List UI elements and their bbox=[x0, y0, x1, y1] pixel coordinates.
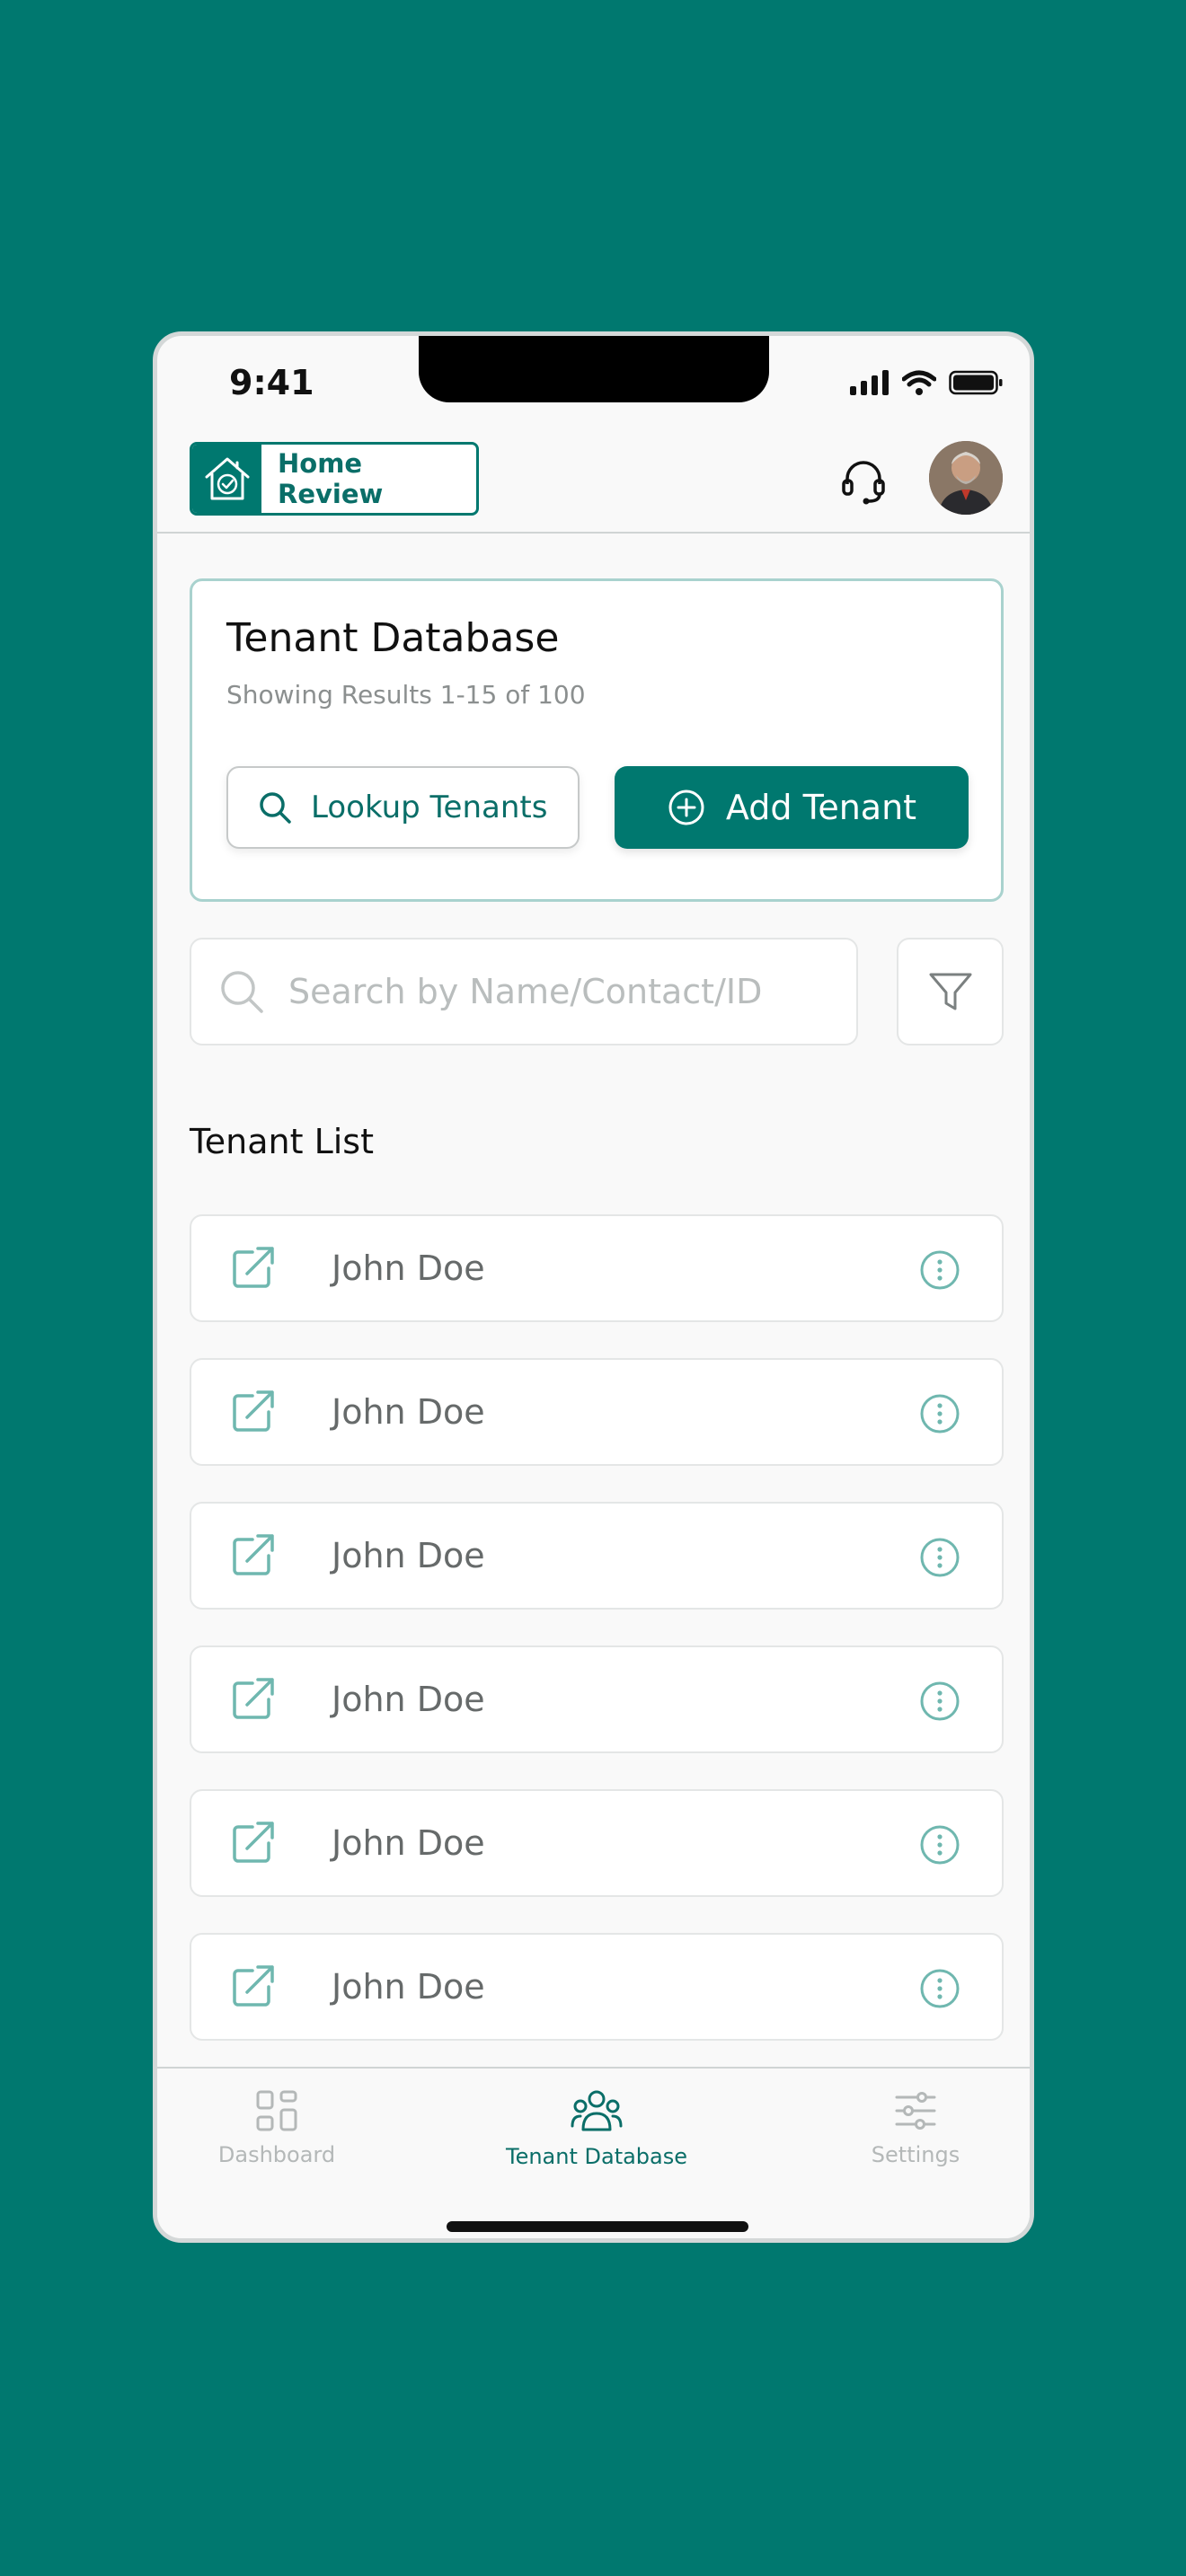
device-notch bbox=[419, 336, 769, 402]
wifi-icon bbox=[902, 370, 936, 395]
tenant-row[interactable]: John Doe bbox=[190, 1358, 1004, 1466]
grid-icon bbox=[256, 2090, 297, 2131]
external-link-icon[interactable] bbox=[229, 1532, 276, 1579]
sliders-icon bbox=[895, 2092, 936, 2130]
nav-item-dashboard[interactable]: Dashboard bbox=[169, 2088, 385, 2167]
plus-circle-icon bbox=[668, 790, 704, 825]
house-check-icon bbox=[192, 445, 261, 513]
page-title: Tenant Database bbox=[226, 615, 560, 661]
users-icon bbox=[571, 2090, 623, 2131]
nav-item-settings[interactable]: Settings bbox=[808, 2088, 1023, 2167]
summary-card: Tenant Database Showing Results 1-15 of … bbox=[190, 578, 1004, 902]
tenant-name: John Doe bbox=[332, 1680, 485, 1719]
more-options-icon[interactable] bbox=[919, 1393, 960, 1434]
avatar[interactable] bbox=[929, 441, 1003, 515]
external-link-icon[interactable] bbox=[229, 1676, 276, 1723]
nav-label-tenant-database: Tenant Database bbox=[505, 2144, 688, 2169]
support-button[interactable] bbox=[838, 456, 889, 507]
tenant-list-heading: Tenant List bbox=[190, 1122, 374, 1161]
search-icon bbox=[260, 792, 291, 824]
more-options-icon[interactable] bbox=[919, 1537, 960, 1578]
tenant-list: John Doe John Doe John Doe John Doe John… bbox=[190, 1214, 1004, 2067]
external-link-icon[interactable] bbox=[229, 1245, 276, 1292]
external-link-icon[interactable] bbox=[229, 1963, 276, 2010]
bottom-nav: Dashboard Tenant Database Settings bbox=[157, 2067, 1030, 2238]
filter-icon bbox=[929, 973, 971, 1010]
nav-label-settings: Settings bbox=[871, 2142, 960, 2167]
search-input[interactable] bbox=[287, 971, 826, 1012]
more-options-icon[interactable] bbox=[919, 1824, 960, 1866]
external-link-icon[interactable] bbox=[229, 1820, 276, 1866]
status-time: 9:41 bbox=[229, 363, 314, 402]
tenant-row[interactable]: John Doe bbox=[190, 1502, 1004, 1610]
filter-button[interactable] bbox=[897, 938, 1004, 1045]
brand-name: Home Review bbox=[278, 448, 384, 509]
main-content: Tenant Database Showing Results 1-15 of … bbox=[157, 534, 1030, 2067]
status-icons bbox=[850, 370, 1003, 395]
battery-icon bbox=[949, 370, 1003, 395]
add-tenant-label: Add Tenant bbox=[725, 788, 917, 827]
more-options-icon[interactable] bbox=[919, 1968, 960, 2009]
brand-badge[interactable]: Home Review bbox=[190, 442, 479, 516]
tenant-row[interactable]: John Doe bbox=[190, 1645, 1004, 1753]
search-bar[interactable] bbox=[190, 938, 858, 1045]
phone-frame: 9:41 Home Review Tenant Database Showing… bbox=[153, 331, 1034, 2243]
more-options-icon[interactable] bbox=[919, 1249, 960, 1291]
tenant-row[interactable]: John Doe bbox=[190, 1789, 1004, 1897]
search-icon bbox=[221, 971, 263, 1013]
external-link-icon[interactable] bbox=[229, 1389, 276, 1435]
results-count: Showing Results 1-15 of 100 bbox=[226, 680, 586, 710]
tenant-name: John Doe bbox=[332, 1392, 485, 1432]
lookup-tenants-button[interactable]: Lookup Tenants bbox=[226, 766, 580, 849]
add-tenant-button[interactable]: Add Tenant bbox=[615, 766, 969, 849]
tenant-row[interactable]: John Doe bbox=[190, 1214, 1004, 1322]
tenant-name: John Doe bbox=[332, 1967, 485, 2007]
tenant-row[interactable]: John Doe bbox=[190, 1933, 1004, 2041]
nav-label-dashboard: Dashboard bbox=[217, 2142, 336, 2167]
more-options-icon[interactable] bbox=[919, 1681, 960, 1722]
tenant-name: John Doe bbox=[332, 1248, 485, 1288]
tenant-name: John Doe bbox=[332, 1823, 485, 1863]
tenant-name: John Doe bbox=[332, 1536, 485, 1575]
nav-item-tenant-database[interactable]: Tenant Database bbox=[489, 2088, 704, 2169]
headset-icon bbox=[842, 461, 885, 505]
lookup-tenants-label: Lookup Tenants bbox=[311, 790, 548, 825]
signal-icon bbox=[850, 370, 889, 395]
home-indicator[interactable] bbox=[447, 2221, 748, 2232]
